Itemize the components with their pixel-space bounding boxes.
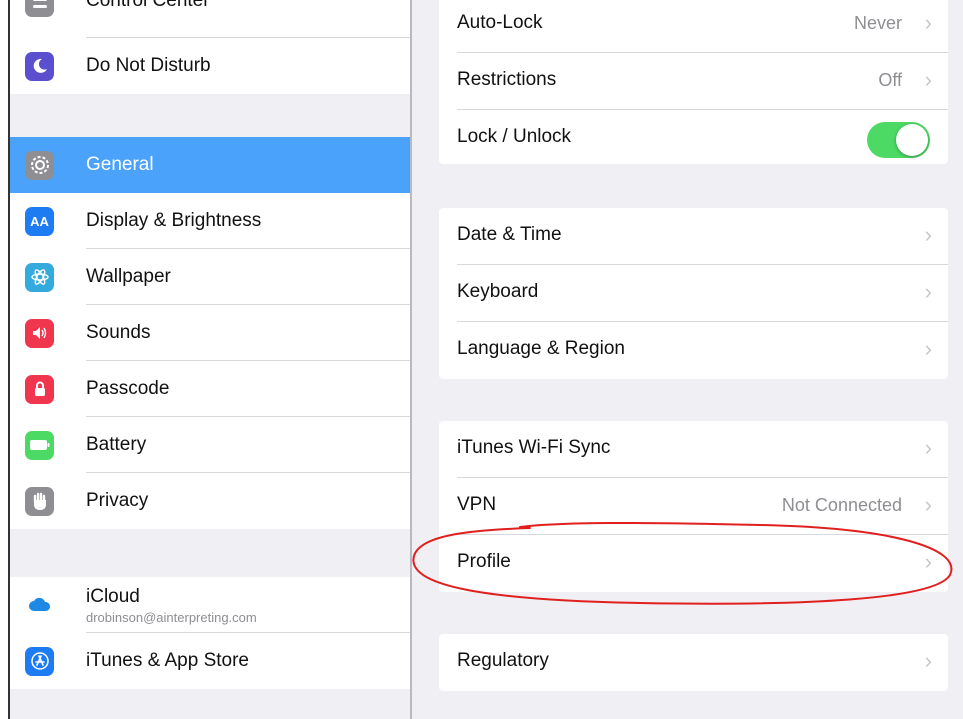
sidebar-group-main: General AA Display & Brightness Wallpape…	[10, 137, 410, 529]
row-label: Lock / Unlock	[457, 126, 572, 147]
general-settings-pane: Auto-Lock Never › Restrictions Off › Loc…	[412, 0, 963, 719]
sidebar-item-itunes-app-store[interactable]: iTunes & App Store	[10, 633, 410, 689]
row-label: Language & Region	[457, 338, 625, 359]
sidebar-item-label: Privacy	[86, 490, 149, 511]
row-itunes-wifi-sync[interactable]: iTunes Wi-Fi Sync ›	[439, 421, 948, 478]
sidebar-item-label: General	[86, 154, 154, 175]
sidebar-group-top: Control Center Do Not Disturb	[10, 0, 410, 94]
sidebar-item-sounds[interactable]: Sounds	[10, 305, 410, 361]
sidebar-item-do-not-disturb[interactable]: Do Not Disturb	[10, 38, 410, 94]
sidebar-item-label: Do Not Disturb	[86, 55, 211, 76]
sidebar-group-accounts: iCloud drobinson@ainterpreting.com iTune…	[10, 577, 410, 689]
chevron-right-icon: ›	[924, 336, 932, 361]
chevron-right-icon: ›	[924, 10, 932, 35]
row-label: iTunes Wi-Fi Sync	[457, 437, 611, 458]
settings-group-date-keyboard: Date & Time › Keyboard › Language & Regi…	[439, 208, 948, 379]
sidebar-item-wallpaper[interactable]: Wallpaper	[10, 249, 410, 305]
sidebar-item-battery[interactable]: Battery	[10, 417, 410, 473]
row-vpn[interactable]: VPN Not Connected ›	[439, 478, 948, 535]
sidebar-item-label: Control Center	[86, 0, 210, 11]
row-lock-unlock: Lock / Unlock	[439, 110, 948, 164]
sidebar-item-general[interactable]: General	[10, 137, 410, 193]
row-profile[interactable]: Profile ›	[439, 535, 948, 592]
row-label: Date & Time	[457, 224, 562, 245]
row-date-time[interactable]: Date & Time ›	[439, 208, 948, 265]
sidebar-item-passcode[interactable]: Passcode	[10, 361, 410, 417]
row-label: Keyboard	[457, 281, 539, 302]
sidebar-item-display-brightness[interactable]: AA Display & Brightness	[10, 193, 410, 249]
row-language-region[interactable]: Language & Region ›	[439, 322, 948, 379]
chevron-right-icon: ›	[924, 492, 932, 517]
moon-icon	[25, 51, 54, 81]
hand-icon	[25, 486, 54, 516]
row-label: Restrictions	[457, 69, 557, 90]
sidebar-item-control-center[interactable]: Control Center	[10, 0, 410, 38]
cloud-icon	[25, 590, 54, 620]
sidebar-item-label: Sounds	[86, 322, 151, 343]
settings-group-sync-vpn: iTunes Wi-Fi Sync › VPN Not Connected › …	[439, 421, 948, 592]
row-value: Not Connected	[781, 495, 902, 515]
chevron-right-icon: ›	[924, 648, 932, 673]
battery-icon	[25, 430, 54, 460]
display-brightness-icon: AA	[25, 206, 54, 236]
sidebar-item-label: Battery	[86, 434, 147, 455]
row-regulatory[interactable]: Regulatory ›	[439, 634, 948, 691]
toggle-knob	[896, 124, 928, 156]
gear-icon	[25, 150, 54, 180]
row-value: Never	[853, 13, 902, 33]
row-label: Regulatory	[457, 650, 549, 671]
lock-icon	[25, 374, 54, 404]
lock-unlock-toggle[interactable]	[867, 122, 930, 158]
icloud-account-email: drobinson@ainterpreting.com	[86, 610, 257, 625]
row-keyboard[interactable]: Keyboard ›	[439, 265, 948, 322]
row-label: Profile	[457, 551, 511, 572]
settings-group-lock: Auto-Lock Never › Restrictions Off › Loc…	[439, 0, 948, 164]
sidebar-item-privacy[interactable]: Privacy	[10, 473, 410, 529]
sidebar-item-icloud[interactable]: iCloud drobinson@ainterpreting.com	[10, 577, 410, 633]
chevron-right-icon: ›	[924, 222, 932, 247]
chevron-right-icon: ›	[924, 67, 932, 92]
row-label: VPN	[457, 494, 497, 515]
row-auto-lock[interactable]: Auto-Lock Never ›	[439, 0, 948, 53]
speaker-icon	[25, 318, 54, 348]
sidebar-item-label: Passcode	[86, 378, 170, 399]
settings-sidebar: Control Center Do Not Disturb General AA…	[0, 0, 411, 719]
chevron-right-icon: ›	[924, 549, 932, 574]
sidebar-item-label: Wallpaper	[86, 266, 171, 287]
chevron-right-icon: ›	[924, 435, 932, 460]
app-store-icon	[25, 646, 54, 676]
chevron-right-icon: ›	[924, 279, 932, 304]
control-center-icon	[25, 0, 54, 17]
settings-group-regulatory: Regulatory ›	[439, 634, 948, 691]
wallpaper-flower-icon	[25, 262, 54, 292]
sidebar-item-label: iCloud	[86, 586, 140, 607]
row-value: Off	[878, 70, 902, 90]
row-label: Auto-Lock	[457, 12, 543, 33]
sidebar-item-label: iTunes & App Store	[86, 650, 250, 671]
sidebar-item-label: Display & Brightness	[86, 210, 262, 231]
row-restrictions[interactable]: Restrictions Off ›	[439, 53, 948, 110]
